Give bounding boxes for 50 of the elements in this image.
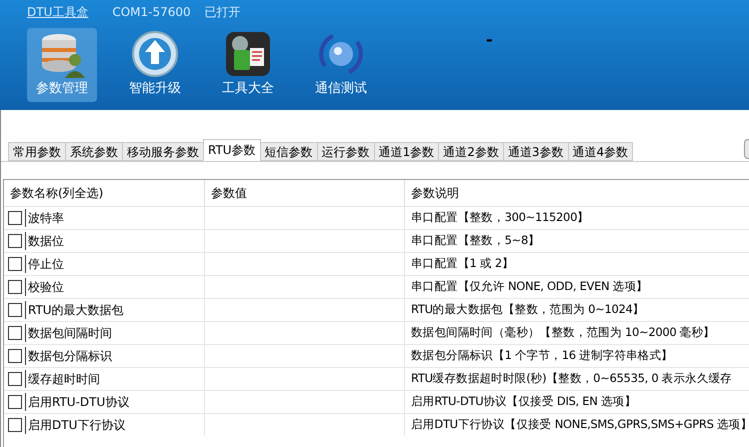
row-checkbox[interactable] (8, 395, 22, 409)
parameter-description: RTU缓存数据超时时限(秒)【整数，0~65535, 0 表示永久缓存 (411, 370, 732, 388)
row-checkbox[interactable] (8, 303, 22, 317)
toolbar-button[interactable]: 通信测试 (306, 28, 376, 102)
parameter-description: 启用RTU-DTU协议【仅接受 DIS, EN 选项】 (411, 393, 636, 410)
parameter-name: 缓存超时时间 (25, 370, 100, 388)
minimize-button[interactable]: - (486, 28, 493, 52)
parameter-name: 校验位 (25, 278, 64, 296)
parameter-name: 启用RTU-DTU协议 (25, 393, 130, 411)
port-label: COM1-57600 (112, 4, 191, 21)
parameter-name: 数据位 (25, 232, 64, 250)
app-title: DTU工具盒 (27, 4, 88, 21)
row-checkbox[interactable] (8, 349, 22, 363)
row-checkbox[interactable] (8, 326, 22, 340)
row-checkbox[interactable] (8, 234, 22, 248)
row-checkbox[interactable] (8, 257, 22, 271)
parameter-name: RTU的最大数据包 (25, 301, 124, 319)
column-header[interactable]: 参数值 (205, 180, 405, 206)
parameter-name: 数据包间隔时间 (25, 324, 112, 342)
row-checkbox[interactable] (8, 372, 22, 386)
parameter-name: 启用DTU下行协议 (25, 416, 126, 434)
tab[interactable]: 通道4参数 (568, 142, 634, 161)
parameter-description: RTU的最大数据包【整数，范围为 0~1024】 (411, 301, 644, 318)
tab[interactable]: 通道3参数 (502, 142, 568, 161)
tab[interactable]: 运行参数 (316, 142, 375, 161)
tab[interactable]: 通道1参数 (374, 142, 440, 161)
column-header[interactable]: 参数名称(列全选) (4, 180, 205, 206)
status-label: 已打开 (204, 4, 241, 21)
parameter-description: 数据包间隔时间（毫秒）【整数，范围为 10~2000 毫秒】 (411, 324, 715, 342)
tab[interactable]: RTU参数 (203, 139, 261, 161)
parameter-description: 串口配置【1 或 2】 (411, 255, 514, 272)
tab[interactable]: 系统参数 (65, 142, 123, 161)
parameter-description: 启用DTU下行协议【仅接受 NONE,SMS,GPRS,SMS+GPRS 选项】 (411, 416, 749, 434)
parameter-description: 串口配置【整数，300~115200】 (411, 209, 589, 226)
parameter-description: 数据包分隔标识【1 个字节，16 进制字符串格式】 (411, 347, 673, 364)
parameter-description: 串口配置【仅允许 NONE, ODD, EVEN 选项】 (411, 278, 648, 296)
tab[interactable]: 移动服务参数 (122, 142, 204, 161)
parameter-name: 数据包分隔标识 (25, 347, 112, 365)
toolbar-button[interactable]: 智能升级 (120, 28, 190, 102)
row-checkbox[interactable] (8, 211, 22, 225)
parameter-name: 波特率 (25, 209, 64, 227)
tab[interactable]: 短信参数 (260, 142, 318, 161)
parameter-description: 串口配置【整数，5~8】 (411, 232, 540, 250)
row-checkbox[interactable] (8, 280, 22, 294)
tab[interactable]: 常用参数 (8, 142, 66, 161)
toolbar-button[interactable]: 工具大全 (213, 28, 283, 102)
parameter-name: 停止位 (25, 255, 64, 273)
row-checkbox[interactable] (8, 418, 22, 432)
column-header[interactable]: 参数说明 (405, 180, 749, 206)
tab[interactable]: 通道2参数 (438, 142, 504, 161)
